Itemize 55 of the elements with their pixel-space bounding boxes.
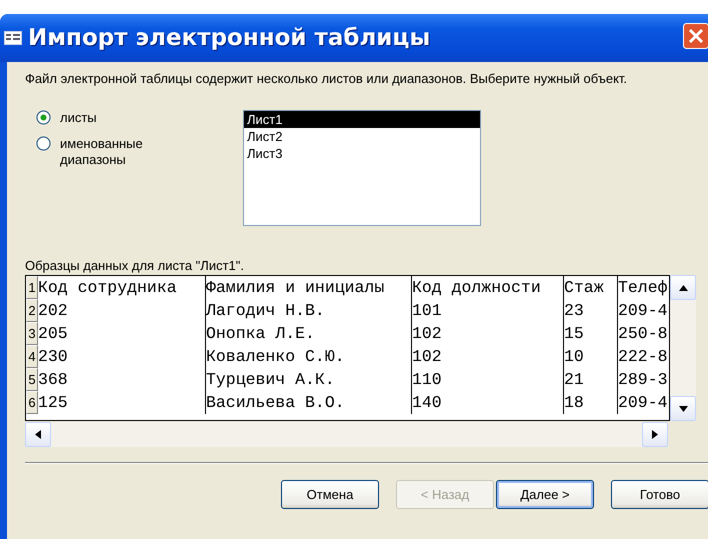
table-cell: Код должности	[412, 276, 564, 299]
table-cell-text: 222-8	[618, 346, 669, 368]
table-cell-text: Телеф	[618, 277, 669, 299]
table-cell: 21	[564, 368, 618, 391]
scroll-left-icon[interactable]	[25, 422, 51, 447]
table-cell-text: 209-4	[618, 392, 669, 414]
table-cell: 101	[412, 299, 564, 322]
table-cell: Васильева В.О.	[206, 391, 412, 414]
row-number: 3	[26, 322, 38, 345]
vertical-scrollbar[interactable]	[670, 275, 696, 421]
table-cell-text: 250-8	[618, 323, 669, 345]
radio-label[interactable]: именованные диапазоны	[60, 136, 150, 168]
table-cell: 140	[412, 391, 564, 414]
list-item[interactable]: Лист1	[244, 111, 480, 128]
table-cell: Лагодич Н.В.	[206, 299, 412, 322]
close-icon[interactable]	[683, 23, 708, 49]
table-cell: 15	[564, 322, 618, 345]
table-cell: Код сотрудника	[38, 276, 206, 299]
table-cell: 205	[38, 322, 206, 345]
scroll-up-icon[interactable]	[670, 275, 696, 300]
row-number: 5	[26, 368, 38, 391]
instruction-text: Файл электронной таблицы содержит несколько листов или диапазонов. Выберите нужный объект.	[25, 71, 628, 87]
window-icon	[4, 31, 22, 45]
table-cell: Турцевич А.К.	[206, 368, 412, 391]
radio-button[interactable]	[36, 136, 51, 151]
radio-label[interactable]: листы	[60, 110, 150, 126]
table-cell: 18	[564, 391, 618, 414]
table-cell: 202	[38, 299, 206, 322]
dialog-button[interactable]: Далее >	[496, 480, 594, 509]
table-cell: 230	[38, 345, 206, 368]
table-cell: Стаж	[564, 276, 618, 299]
table-cell-text: 209-4	[618, 300, 669, 322]
preview-caption: Образцы данных для листа "Лист1".	[25, 258, 246, 273]
table-cell: 102	[412, 345, 564, 368]
scroll-down-icon[interactable]	[670, 396, 696, 421]
window-title: Импорт электронной таблицы	[28, 25, 430, 51]
table-cell: Коваленко С.Ю.	[206, 345, 412, 368]
table-cell-text: 289-3	[618, 369, 669, 391]
dialog-button[interactable]: Отмена	[281, 480, 379, 509]
row-number: 2	[26, 299, 38, 322]
table-cell: Фамилия и инициалы	[206, 276, 412, 299]
horizontal-scrollbar[interactable]	[25, 422, 668, 447]
row-number: 6	[26, 391, 38, 414]
table-cell: Онопка Л.Е.	[206, 322, 412, 345]
table-cell: 110	[412, 368, 564, 391]
table-cell: 125	[38, 391, 206, 414]
row-number: 4	[26, 345, 38, 368]
table-cell: 102	[412, 322, 564, 345]
row-number: 1	[26, 276, 38, 299]
scroll-right-icon[interactable]	[642, 422, 668, 447]
table-cell: 10	[564, 345, 618, 368]
table-cell: 23	[564, 299, 618, 322]
dialog-button[interactable]: Готово	[611, 480, 708, 509]
radio-button[interactable]	[36, 110, 51, 125]
table-cell: 368	[38, 368, 206, 391]
